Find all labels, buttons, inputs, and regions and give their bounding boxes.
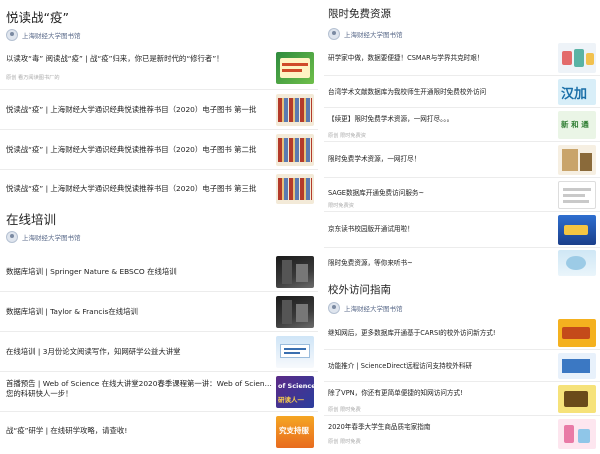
account-row[interactable]: 上海财经大学图书馆 xyxy=(324,302,600,314)
list-item[interactable]: 限时免费资源，等你来听书~ xyxy=(324,248,600,278)
article-title-line2: 您的科研快人一步！ xyxy=(6,389,73,398)
article-meta: 限时免费资 xyxy=(328,203,354,209)
article-title: 京东读书校园版开通试用啦！ xyxy=(328,225,414,233)
article-title: 继知网后，更多数据库开通基于CARSI的校外访问新方式! xyxy=(328,329,496,337)
article-title: 首播预告 | Web of Science 在线大讲堂2020春季课程第一讲：W… xyxy=(6,379,276,388)
thumbnail-text: 新 和 通 xyxy=(561,120,589,129)
list-item[interactable]: 除了VPN，你还有更简单便捷的知网访问方式! 原创 限时免费 xyxy=(324,382,600,416)
list-item[interactable]: SAGE数据库开通免费访问服务~ 限时免费资 xyxy=(324,178,600,212)
thumbnail-text: of Science xyxy=(278,382,314,390)
list-item[interactable]: 悦读战“疫” | 上海财经大学通识经典悦读推荐书目（2020）电子图书 第一批 xyxy=(0,90,318,130)
article-title: 台湾学术文献数据库为我校师生开通限时免费校外访问 xyxy=(328,88,487,96)
article-meta: 原创 限时免费资 xyxy=(328,133,366,139)
avatar xyxy=(6,29,18,41)
list-item[interactable]: 在线培训 | 3月份论文阅读写作，知网研学公益大讲堂 xyxy=(0,332,318,372)
section-title-free-resources: 限时免费资源 xyxy=(328,8,391,20)
avatar xyxy=(328,28,340,40)
list-item[interactable]: 继知网后，更多数据库开通基于CARSI的校外访问新方式! xyxy=(324,316,600,350)
article-thumbnail xyxy=(558,250,596,276)
article-title: 数据库培训 | Taylor & Francis在线培训 xyxy=(6,307,138,316)
article-thumbnail: 新 和 通 xyxy=(558,111,596,139)
article-title: 战“疫”研学 | 在线研学攻略，请查收! xyxy=(6,426,128,435)
list-item[interactable]: 京东读书校园版开通试用啦！ xyxy=(324,212,600,248)
section-title-reading: 悦读战“疫” xyxy=(6,10,69,25)
article-title: 2020年春季大学生商品质宅家指南 xyxy=(328,423,431,431)
article-title: SAGE数据库开通免费访问服务~ xyxy=(328,189,425,197)
article-thumbnail: 究支持服 xyxy=(276,416,314,448)
article-title: 以读攻“毒” 阅读战“疫” | 战“疫”归来，你已是新时代的“修行者”！ xyxy=(6,54,224,63)
section-title-training: 在线培训 xyxy=(6,212,57,227)
list-item[interactable]: 研学家中做，数据要便捷！CSMAR与学界共克时艰！ xyxy=(324,40,600,76)
article-thumbnail xyxy=(558,385,596,413)
article-meta: 原创 看万阅读图书厂的 xyxy=(6,75,60,81)
article-thumbnail xyxy=(558,319,596,347)
article-thumbnail xyxy=(276,52,314,84)
thumbnail-text: 究支持服 xyxy=(279,426,309,435)
account-name: 上海财经大学图书馆 xyxy=(344,305,403,313)
article-thumbnail xyxy=(276,336,314,368)
account-name: 上海财经大学图书馆 xyxy=(22,32,81,40)
list-item[interactable]: 2020年春季大学生商品质宅家指南 原创 限时免费 xyxy=(324,416,600,452)
list-item[interactable]: 功能推介 | ScienceDirect远程访问支持校外科研 xyxy=(324,350,600,382)
thumbnail-text: 研读人一 xyxy=(278,396,304,404)
avatar xyxy=(6,231,18,243)
article-thumbnail xyxy=(558,145,596,175)
article-title: 研学家中做，数据要便捷！CSMAR与学界共克时艰！ xyxy=(328,54,484,62)
list-item[interactable]: 限时免费学术资源，一网打尽！ xyxy=(324,142,600,178)
article-thumbnail xyxy=(276,94,314,126)
article-title: 悦读战“疫” | 上海财经大学通识经典悦读推荐书目（2020）电子图书 第三批 xyxy=(6,184,257,193)
list-item[interactable]: 悦读战“疫” | 上海财经大学通识经典悦读推荐书目（2020）电子图书 第二批 xyxy=(0,130,318,170)
article-title: 【续更】限时免费学术资源，一网打尽。。。 xyxy=(328,115,454,123)
article-meta: 原创 限时免费 xyxy=(328,439,361,445)
article-title: 限时免费资源，等你来听书~ xyxy=(328,259,413,267)
article-title: 限时免费学术资源，一网打尽！ xyxy=(328,155,421,163)
article-title: 除了VPN，你还有更简单便捷的知网访问方式! xyxy=(328,389,463,397)
article-title: 悦读战“疫” | 上海财经大学通识经典悦读推荐书目（2020）电子图书 第二批 xyxy=(6,145,257,154)
article-meta: 原创 限时免费 xyxy=(328,407,361,413)
list-item[interactable]: 台湾学术文献数据库为我校师生开通限时免费校外访问 汉加 xyxy=(324,76,600,108)
list-item[interactable]: 数据库培训 | Springer Nature & EBSCO 在线培训 xyxy=(0,252,318,292)
article-title: 悦读战“疫” | 上海财经大学通识经典悦读推荐书目（2020）电子图书 第一批 xyxy=(6,105,257,114)
article-thumbnail xyxy=(558,419,596,449)
avatar xyxy=(328,302,340,314)
article-title: 在线培训 | 3月份论文阅读写作，知网研学公益大讲堂 xyxy=(6,347,181,356)
article-thumbnail xyxy=(276,296,314,328)
account-row[interactable]: 上海财经大学图书馆 xyxy=(0,231,318,243)
article-thumbnail xyxy=(558,215,596,245)
list-item[interactable]: 悦读战“疫” | 上海财经大学通识经典悦读推荐书目（2020）电子图书 第三批 xyxy=(0,170,318,208)
article-thumbnail: 汉加 xyxy=(558,79,596,105)
account-row[interactable]: 上海财经大学图书馆 xyxy=(0,29,318,41)
article-title: 数据库培训 | Springer Nature & EBSCO 在线培训 xyxy=(6,267,177,276)
article-thumbnail: of Science 研读人一 xyxy=(276,376,314,408)
thumbnail-text: 汉加 xyxy=(561,87,588,102)
list-item[interactable]: 【续更】限时免费学术资源，一网打尽。。。 原创 限时免费资 新 和 通 xyxy=(324,108,600,142)
article-thumbnail xyxy=(276,174,314,204)
article-thumbnail xyxy=(558,181,596,209)
account-row[interactable]: 上海财经大学图书馆 xyxy=(324,28,600,40)
account-name: 上海财经大学图书馆 xyxy=(22,234,81,242)
list-item[interactable]: 战“疫”研学 | 在线研学攻略，请查收! 究支持服 xyxy=(0,412,318,452)
article-thumbnail xyxy=(276,134,314,166)
list-item[interactable]: 首播预告 | Web of Science 在线大讲堂2020春季课程第一讲：W… xyxy=(0,372,318,412)
list-item[interactable]: 数据库培训 | Taylor & Francis在线培训 xyxy=(0,292,318,332)
section-title-offcampus-guide: 校外访问指南 xyxy=(328,284,391,296)
article-thumbnail xyxy=(558,43,596,73)
article-title: 功能推介 | ScienceDirect远程访问支持校外科研 xyxy=(328,362,473,370)
list-item[interactable]: 以读攻“毒” 阅读战“疫” | 战“疫”归来，你已是新时代的“修行者”！ 原创 … xyxy=(0,48,318,90)
article-thumbnail xyxy=(276,256,314,288)
article-thumbnail xyxy=(558,353,596,379)
account-name: 上海财经大学图书馆 xyxy=(344,31,403,39)
